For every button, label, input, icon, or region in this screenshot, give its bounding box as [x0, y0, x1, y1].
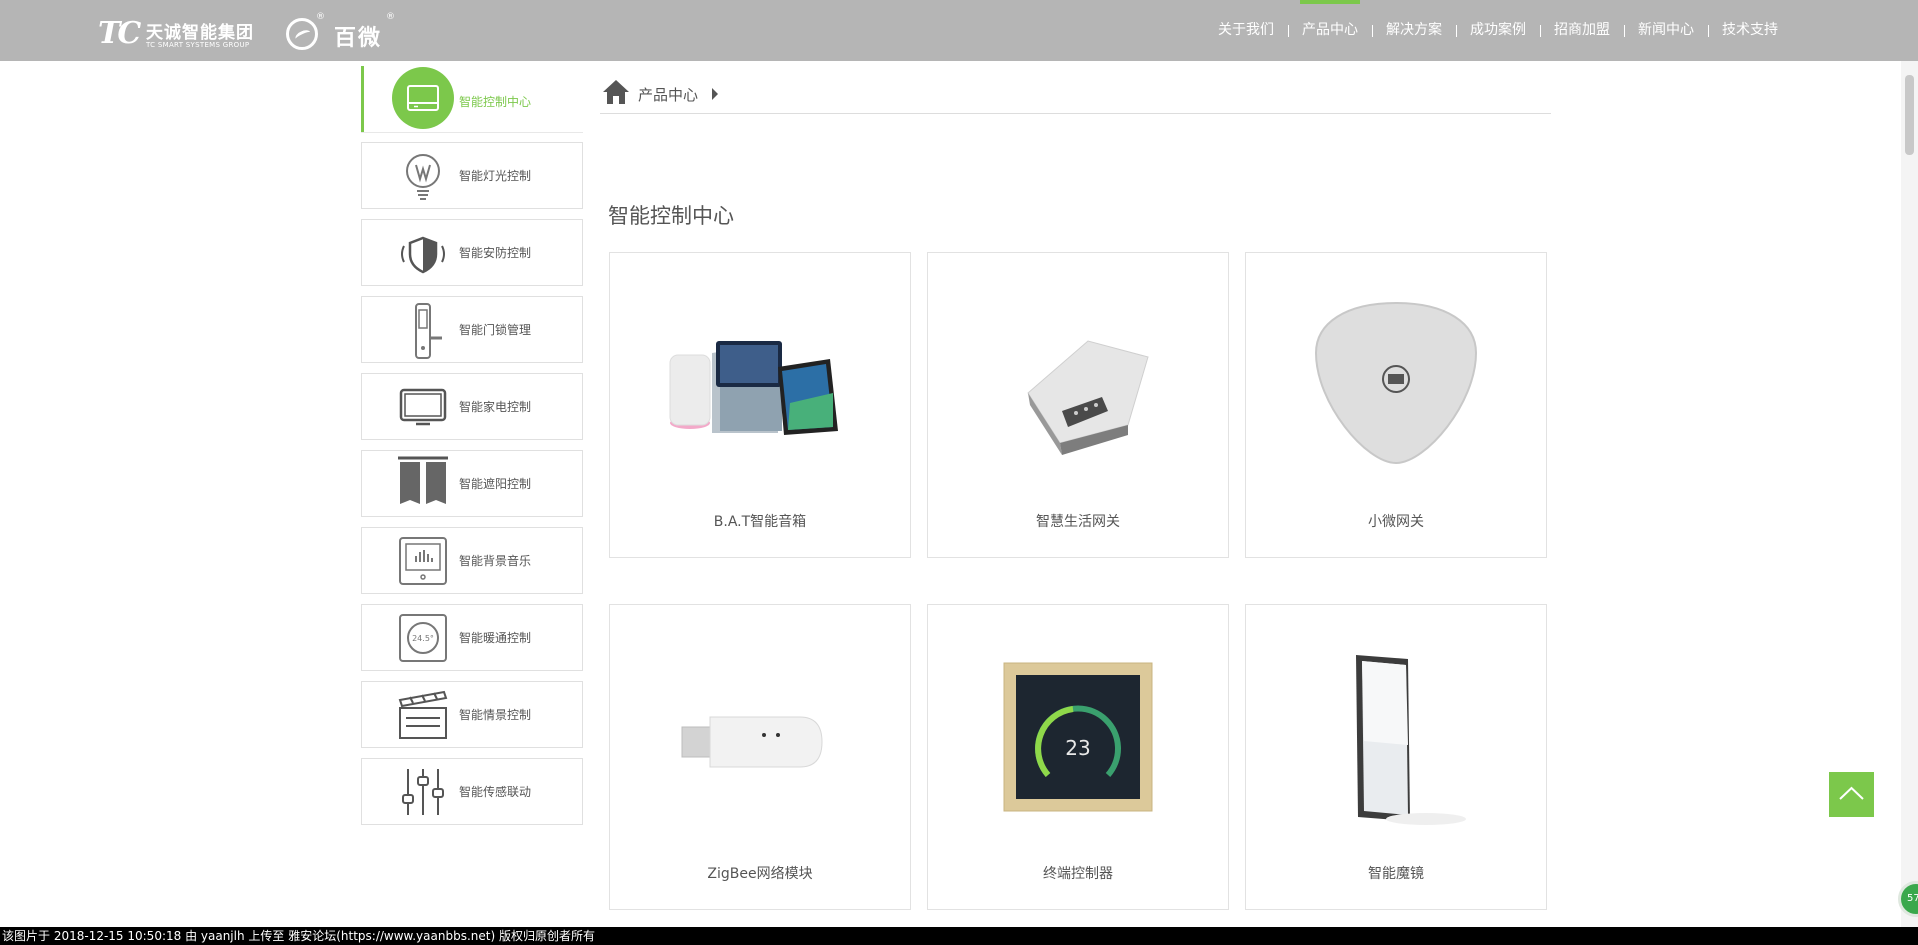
sidebar-item-label: 智能控制中心 — [459, 95, 532, 109]
product-name[interactable]: ZigBee网络模块 — [610, 863, 910, 883]
control-center-icon — [392, 67, 454, 129]
back-to-top-button[interactable] — [1829, 772, 1874, 817]
svg-text:23: 23 — [1065, 736, 1090, 760]
sidebar-item-appliance[interactable]: 智能家电控制 — [361, 373, 583, 440]
sidebar-item-label: 智能暖通控制 — [459, 631, 532, 645]
product-card[interactable]: 智能魔镜 — [1245, 604, 1547, 910]
sidebar-item-label: 智能背景音乐 — [459, 554, 532, 568]
sidebar-item-security[interactable]: 智能安防控制 — [361, 219, 583, 286]
music-panel-icon — [399, 537, 447, 585]
sidebar-item-lighting[interactable]: 智能灯光控制 — [361, 142, 583, 209]
nav-item-support[interactable]: 技术支持 — [1708, 0, 1792, 61]
breadcrumb: 产品中心 — [600, 78, 1551, 114]
shield-icon — [401, 236, 445, 274]
svg-text:24.5°: 24.5° — [412, 634, 434, 643]
sidebar-item-scene[interactable]: 智能情景控制 — [361, 681, 583, 748]
chevron-up-icon — [1839, 786, 1864, 800]
terminal-controller-image: 23 — [1003, 662, 1153, 812]
curtain-icon — [398, 456, 448, 504]
product-card[interactable]: 智慧生活网关 — [927, 252, 1229, 558]
tc-logo-mark: TC — [98, 16, 141, 51]
sidebar-item-label: 智能情景控制 — [459, 708, 532, 722]
nav-item-news[interactable]: 新闻中心 — [1624, 0, 1708, 61]
sidebar-item-label: 智能灯光控制 — [459, 169, 532, 183]
registered-mark: ® — [386, 12, 395, 22]
smart-mirror-image — [1356, 655, 1466, 825]
zigbee-module-image — [681, 716, 823, 768]
product-name[interactable]: 终端控制器 — [928, 863, 1228, 883]
product-card[interactable]: 小微网关 — [1245, 252, 1547, 558]
sidebar-item-sensor[interactable]: 智能传感联动 — [361, 758, 583, 825]
baiwei-logo[interactable]: ® 百微 ® — [286, 12, 396, 51]
nav-item-solutions[interactable]: 解决方案 — [1372, 0, 1456, 61]
product-category-sidebar: 智能控制中心 智能灯光控制 智能安防控制 智能门锁管理 智能家电控制 智能遮阳控… — [361, 66, 583, 835]
sidebar-item-label: 智能安防控制 — [459, 246, 532, 260]
page-title: 智能控制中心 — [608, 204, 734, 228]
scrollbar-thumb[interactable] — [1905, 75, 1914, 155]
gateway-image — [1027, 340, 1149, 455]
nav-item-franchise[interactable]: 招商加盟 — [1540, 0, 1624, 61]
product-card[interactable]: B.A.T智能音箱 — [609, 252, 911, 558]
mini-gateway-image — [1314, 301, 1478, 465]
sidebar-item-label: 智能遮阳控制 — [459, 477, 532, 491]
tc-logo-chinese-name: 天诚智能集团 — [146, 23, 254, 43]
sensor-sliders-icon — [402, 769, 444, 815]
sidebar-item-label: 智能门锁管理 — [459, 323, 532, 337]
vertical-scrollbar[interactable] — [1901, 61, 1918, 927]
product-name[interactable]: 智能魔镜 — [1246, 863, 1546, 883]
sidebar-item-music[interactable]: 智能背景音乐 — [361, 527, 583, 594]
image-source-watermark: 该图片于 2018-12-15 10:50:18 由 yaanjlh 上传至 雅… — [0, 927, 1918, 945]
nav-item-products[interactable]: 产品中心 — [1288, 0, 1372, 61]
sidebar-item-label: 智能传感联动 — [459, 785, 532, 799]
product-card[interactable]: ZigBee网络模块 — [609, 604, 911, 910]
nav-item-cases[interactable]: 成功案例 — [1456, 0, 1540, 61]
product-name[interactable]: 小微网关 — [1246, 511, 1546, 531]
sidebar-item-door-lock[interactable]: 智能门锁管理 — [361, 296, 583, 363]
nav-item-about[interactable]: 关于我们 — [1204, 0, 1288, 61]
product-card[interactable]: 23 终端控制器 — [927, 604, 1229, 910]
sidebar-item-hvac[interactable]: 24.5° 智能暖通控制 — [361, 604, 583, 671]
product-name[interactable]: 智慧生活网关 — [928, 511, 1228, 531]
lightbulb-icon — [406, 154, 440, 200]
thermostat-icon: 24.5° — [399, 614, 447, 662]
sidebar-item-label: 智能家电控制 — [459, 400, 532, 414]
breadcrumb-arrow-icon — [712, 88, 718, 100]
tc-logo-english-name: TC SMART SYSTEMS GROUP — [146, 41, 250, 49]
smart-speaker-image — [669, 341, 838, 435]
breadcrumb-products-link[interactable]: 产品中心 — [638, 84, 698, 105]
door-lock-icon — [415, 303, 442, 359]
top-navigation-bar: TC 天诚智能集团 TC SMART SYSTEMS GROUP ® 百微 ® … — [0, 0, 1918, 61]
baiwei-logo-icon — [286, 18, 318, 50]
tc-group-logo[interactable]: TC 天诚智能集团 TC SMART SYSTEMS GROUP — [98, 14, 268, 54]
tv-icon — [399, 388, 447, 426]
registered-mark: ® — [316, 12, 325, 22]
product-name[interactable]: B.A.T智能音箱 — [610, 511, 910, 531]
home-icon[interactable] — [602, 79, 630, 105]
scene-clapper-icon — [398, 690, 448, 739]
sidebar-item-control-center[interactable]: 智能控制中心 — [361, 66, 583, 132]
main-nav: 关于我们 产品中心 解决方案 成功案例 招商加盟 新闻中心 技术支持 — [1204, 0, 1792, 61]
baiwei-logo-text: 百微 — [334, 26, 383, 51]
sidebar-item-shading[interactable]: 智能遮阳控制 — [361, 450, 583, 517]
